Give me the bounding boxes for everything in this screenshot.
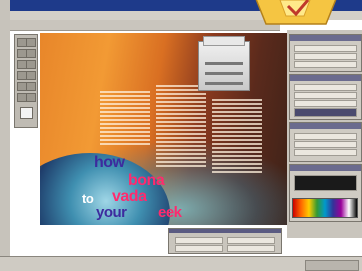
- printer-slot: [205, 62, 243, 65]
- headline-word: bona: [128, 172, 165, 189]
- palette-row[interactable]: [294, 133, 357, 140]
- navigator-palette[interactable]: [289, 34, 362, 72]
- system-tray[interactable]: [305, 260, 359, 271]
- palette-row[interactable]: [294, 61, 357, 68]
- gradient-tool-icon[interactable]: [26, 71, 36, 80]
- palette-field[interactable]: [175, 237, 223, 244]
- palette-titlebar[interactable]: [290, 165, 361, 171]
- palette-titlebar[interactable]: [290, 123, 361, 129]
- body-text-column: [100, 91, 150, 147]
- palette-titlebar[interactable]: [169, 229, 281, 233]
- options-bar[interactable]: [10, 20, 280, 31]
- layer-row[interactable]: [294, 84, 357, 91]
- direct-select-tool-icon[interactable]: [26, 38, 36, 47]
- palette-row[interactable]: [294, 149, 357, 156]
- printer-paper-tray: [203, 36, 245, 46]
- left-edge-strip: [0, 0, 10, 271]
- toolbox-palette[interactable]: [14, 34, 38, 128]
- headline-word: eek: [158, 204, 182, 221]
- printer-slot: [205, 82, 243, 85]
- layers-palette[interactable]: [289, 74, 362, 120]
- badge-graphic: [255, 0, 337, 25]
- printer-slot: [205, 72, 243, 75]
- printer-image: [198, 36, 250, 91]
- palette-row[interactable]: [294, 45, 357, 52]
- status-bar: [0, 256, 362, 271]
- palette-field[interactable]: [175, 245, 223, 252]
- palette-field[interactable]: [227, 245, 275, 252]
- scissors-tool-icon[interactable]: [26, 93, 36, 102]
- transform-palette[interactable]: [168, 228, 282, 254]
- hand-tool-icon[interactable]: [26, 82, 36, 91]
- swatch-preview[interactable]: [294, 175, 357, 191]
- body-text-column: [212, 99, 262, 175]
- palette-row[interactable]: [294, 141, 357, 148]
- layer-row[interactable]: [294, 92, 357, 99]
- palette-titlebar[interactable]: [290, 75, 361, 81]
- text-tool-icon[interactable]: [26, 49, 36, 58]
- app-screenshot: how bona to vada your eek: [0, 0, 362, 271]
- palette-field[interactable]: [227, 237, 275, 244]
- headline-word: how: [94, 154, 125, 171]
- headline-word: vada: [112, 188, 147, 205]
- layer-row[interactable]: [294, 100, 357, 107]
- body-text-column: [156, 85, 206, 169]
- document-canvas[interactable]: how bona to vada your eek: [40, 33, 287, 225]
- layer-row-selected[interactable]: [294, 108, 357, 117]
- fill-stroke-swatch-icon[interactable]: [20, 107, 33, 119]
- palette-titlebar[interactable]: [290, 35, 361, 41]
- character-palette[interactable]: [289, 122, 362, 162]
- color-ramp[interactable]: [292, 198, 358, 218]
- headline-word: to: [82, 191, 94, 206]
- palette-row[interactable]: [294, 53, 357, 60]
- rotate-tool-icon[interactable]: [26, 60, 36, 69]
- headline-word: your: [96, 204, 127, 221]
